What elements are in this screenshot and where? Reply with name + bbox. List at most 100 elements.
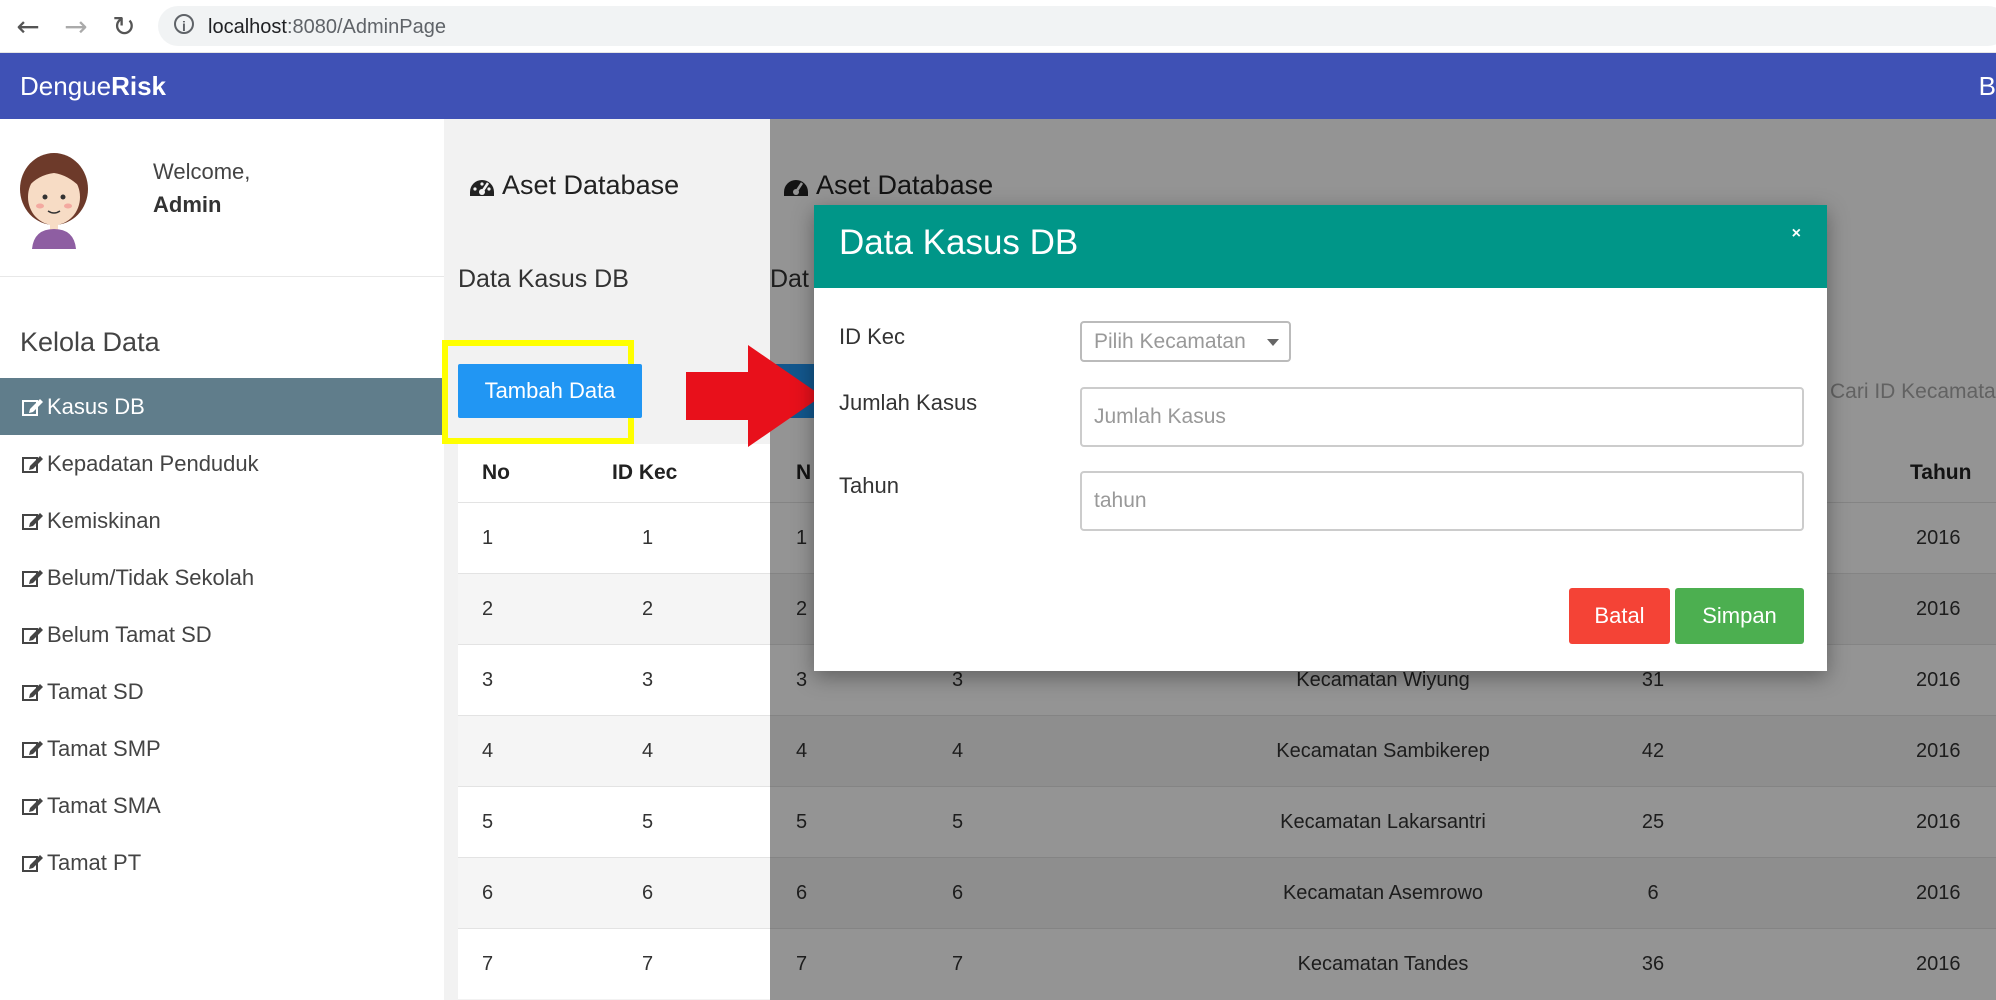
sidebar-item-label: Kemiskinan [47, 508, 161, 533]
page-title-text: Aset Database [502, 170, 680, 200]
sidebar-item-label: Tamat PT [47, 850, 142, 875]
label-jumlah-kasus: Jumlah Kasus [839, 390, 978, 415]
add-data-modal: Data Kasus DB × ID Kec Pilih Kecamatan J… [814, 205, 1827, 671]
sidebar-item-label: Belum/Tidak Sekolah [47, 565, 255, 590]
table-row: 7 7 7 7 Kecamatan Tandes 36 2016 [458, 928, 1996, 999]
user-name: Admin [153, 192, 222, 217]
kecamatan-select[interactable]: Pilih Kecamatan [1080, 321, 1291, 362]
add-data-button[interactable]: Tambah Data [458, 364, 642, 418]
sidebar-item-kasus-db[interactable]: Kasus DB [0, 378, 444, 435]
cell-no-dimmed: 1 [796, 526, 808, 549]
close-icon[interactable]: × [1792, 225, 1801, 243]
cell-kasus: 36 [1641, 952, 1665, 975]
search-input[interactable]: Cari ID Kecamatan [1826, 368, 1996, 416]
sidebar-item-kepadatan-penduduk[interactable]: Kepadatan Penduduk [0, 435, 444, 492]
save-button[interactable]: Simpan [1675, 588, 1804, 644]
cell-id-dimmed: 5 [952, 810, 964, 833]
url-host: localhost [208, 16, 287, 38]
address-bar[interactable]: i localhost:8080/AdminPage [158, 6, 1996, 46]
select-placeholder: Pilih Kecamatan [1094, 329, 1246, 353]
welcome-block: Welcome, Admin [153, 155, 250, 221]
cell-id: 3 [642, 668, 654, 691]
cell-id: 1 [642, 526, 654, 549]
cell-id: 7 [642, 952, 654, 975]
cell-no-dimmed: 7 [796, 952, 808, 975]
edit-icon [22, 512, 43, 530]
sidebar-item-label: Kasus DB [47, 394, 145, 419]
page-title-dimmed: Aset Database [782, 170, 993, 201]
table-row: 5 5 5 5 Kecamatan Lakarsantri 25 2016 [458, 786, 1996, 857]
edit-icon [22, 797, 43, 815]
page-title-text: Aset Database [816, 170, 994, 200]
cell-tahun: 2016 [1916, 668, 1961, 691]
url-text[interactable]: localhost:8080/AdminPage [208, 16, 446, 39]
cell-no-dimmed: 3 [796, 668, 808, 691]
cell-id: 4 [642, 739, 654, 762]
cell-no: 6 [482, 881, 494, 904]
forward-arrow-icon[interactable]: → [58, 8, 94, 44]
edit-icon [22, 740, 43, 758]
cell-tahun: 2016 [1916, 526, 1961, 549]
cell-id-dimmed: 7 [952, 952, 964, 975]
cancel-button[interactable]: Batal [1569, 588, 1670, 644]
sidebar-item-tamat-sma[interactable]: Tamat SMA [0, 777, 444, 834]
cell-kasus: 6 [1647, 881, 1659, 904]
header-no: No [482, 461, 510, 484]
cell-kecamatan: Kecamatan Tandes [1297, 952, 1469, 975]
header-no-dimmed: N [796, 461, 812, 484]
annotation-arrow-icon [686, 345, 822, 447]
sidebar-divider [0, 276, 444, 277]
brand-text-b: Risk [111, 71, 166, 101]
header-tahun: Tahun [1910, 461, 1972, 484]
sidebar-item-label: Tamat SD [47, 679, 144, 704]
cell-kasus: 42 [1641, 739, 1665, 762]
sidebar-item-tamat-smp[interactable]: Tamat SMP [0, 720, 444, 777]
cell-no-dimmed: 4 [796, 739, 808, 762]
cell-id-dimmed: 6 [952, 881, 964, 904]
modal-header: Data Kasus DB × [814, 205, 1827, 288]
page-title: Aset Database [468, 170, 679, 201]
cell-no: 2 [482, 597, 494, 620]
cell-kasus: 25 [1641, 810, 1665, 833]
navbar-right-item[interactable]: B [1979, 71, 1996, 102]
edit-icon [22, 455, 43, 473]
table-row: 6 6 6 6 Kecamatan Asemrowo 6 2016 [458, 857, 1996, 928]
sidebar-item-tamat-sd[interactable]: Tamat SD [0, 663, 444, 720]
dashboard-icon [470, 179, 494, 196]
cell-id: 6 [642, 881, 654, 904]
cell-tahun: 2016 [1916, 952, 1961, 975]
cell-tahun: 2016 [1916, 739, 1961, 762]
back-arrow-icon[interactable]: ← [10, 8, 46, 44]
edit-icon [22, 626, 43, 644]
edit-icon [22, 398, 43, 416]
sidebar-item-tamat-pt[interactable]: Tamat PT [0, 834, 444, 891]
cell-no: 5 [482, 810, 494, 833]
page-subtitle-dimmed: Dat [770, 265, 809, 293]
cell-no: 4 [482, 739, 494, 762]
site-info-icon[interactable]: i [174, 14, 194, 34]
cell-id: 5 [642, 810, 654, 833]
cell-no-dimmed: 2 [796, 597, 808, 620]
edit-icon [22, 854, 43, 872]
url-path: :8080/AdminPage [286, 16, 446, 38]
sidebar-item-belum-tamat-sd[interactable]: Belum Tamat SD [0, 606, 444, 663]
tahun-input[interactable] [1080, 471, 1804, 531]
header-id-kec: ID Kec [612, 461, 678, 484]
cell-no: 1 [482, 526, 494, 549]
cell-tahun: 2016 [1916, 810, 1961, 833]
brand-logo[interactable]: DengueRisk [20, 71, 166, 102]
sidebar-item-label: Belum Tamat SD [47, 622, 212, 647]
welcome-text: Welcome, [153, 159, 251, 184]
brand-text-a: Dengue [20, 71, 112, 101]
table-row: 4 4 4 4 Kecamatan Sambikerep 42 2016 [458, 715, 1996, 786]
cell-tahun: 2016 [1916, 597, 1961, 620]
sidebar-item-belum-tidak-sekolah[interactable]: Belum/Tidak Sekolah [0, 549, 444, 606]
sidebar-menu: Kasus DB Kepadatan Penduduk Kemiskinan B… [0, 378, 444, 891]
reload-icon[interactable]: ↻ [106, 8, 142, 44]
cell-no: 7 [482, 952, 494, 975]
sidebar-item-label: Tamat SMP [47, 736, 161, 761]
avatar [20, 153, 88, 249]
sidebar-item-kemiskinan[interactable]: Kemiskinan [0, 492, 444, 549]
jumlah-kasus-input[interactable] [1080, 387, 1804, 447]
app-navbar: DengueRisk B [0, 53, 1996, 119]
